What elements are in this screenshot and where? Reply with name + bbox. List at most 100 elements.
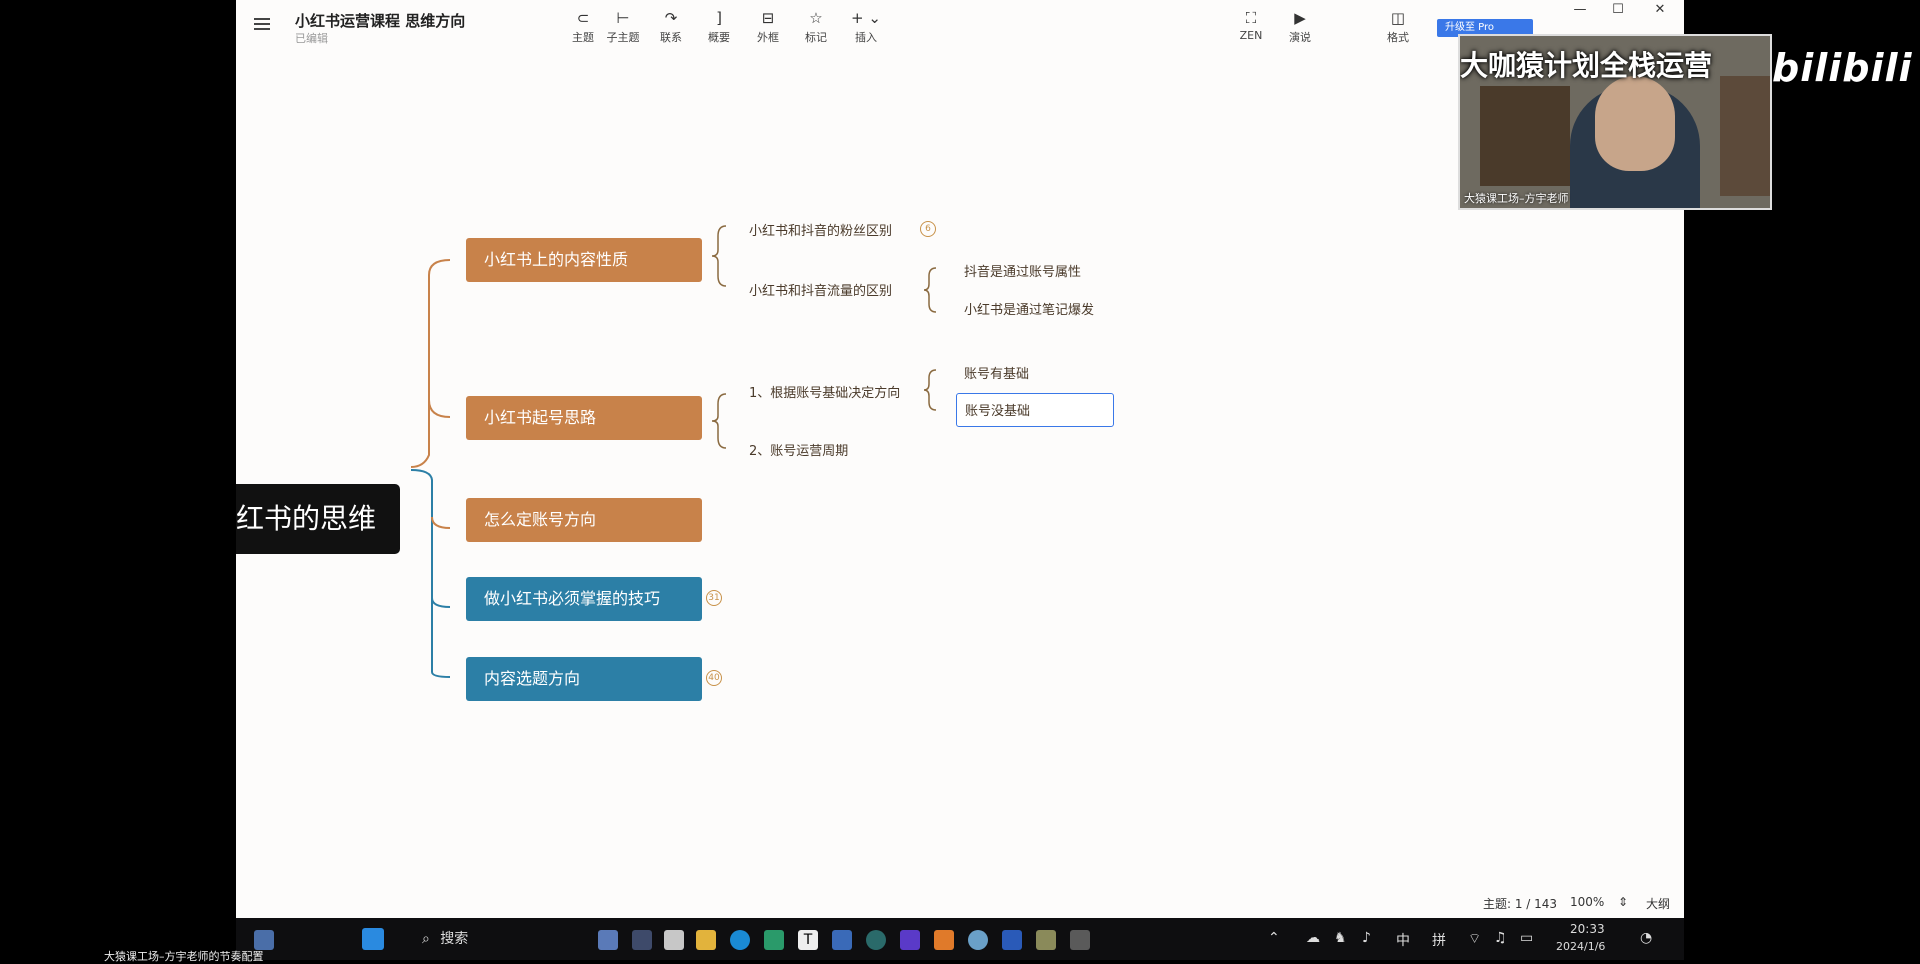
branch-label: 内容选题方向 [484, 669, 581, 688]
branch-must-know-skills[interactable]: 做小红书必须掌握的技巧 [466, 577, 702, 621]
tool-subtopic-label: 子主题 [606, 31, 640, 44]
cat-icon[interactable]: ♞ [1334, 930, 1347, 946]
tool-marker[interactable]: ☆ 标记 [794, 8, 838, 45]
root-topic[interactable]: 红书的思维 [236, 484, 400, 554]
taskbar-app-icon[interactable] [254, 930, 274, 950]
tool-boundary-label: 外框 [757, 31, 779, 44]
text-editor-icon[interactable]: T [798, 930, 818, 950]
taskbar-search-label: 搜索 [440, 931, 469, 947]
bilibili-watermark: bilibili [1772, 46, 1913, 90]
plus-icon: + ⌄ [851, 9, 881, 27]
taskbar-app-icon[interactable] [632, 930, 652, 950]
tool-summary-label: 概要 [708, 31, 730, 44]
start-windows-icon[interactable] [362, 928, 384, 950]
taskbar-app-icon[interactable] [968, 930, 988, 950]
zen-label: ZEN [1239, 29, 1263, 42]
play-icon: ▶ [1294, 9, 1306, 27]
branch-label: 小红书上的内容性质 [484, 250, 629, 269]
format-panel-button[interactable]: ◫ 格式 [1376, 8, 1420, 45]
ime-pinyin[interactable]: 拼 [1432, 930, 1446, 950]
collapsed-count-badge[interactable]: 6 [920, 221, 936, 237]
present-button[interactable]: ▶ 演说 [1278, 8, 1322, 45]
branch-label: 做小红书必须掌握的技巧 [484, 589, 661, 608]
cloud-icon[interactable]: ☁ [1306, 930, 1320, 946]
taskbar-app-icon[interactable] [832, 930, 852, 950]
subtopic-fans-difference[interactable]: 小红书和抖音的粉丝区别 [749, 220, 892, 239]
microphone-icon[interactable]: ♪ [1362, 930, 1371, 946]
close-icon[interactable]: ✕ [1648, 2, 1672, 17]
topic-counter: 主题: 1 / 143 [1483, 897, 1558, 911]
chevron-up-icon[interactable]: ⌃ [1268, 930, 1280, 946]
battery-icon[interactable]: ▭ [1520, 930, 1533, 946]
save-status: 已编辑 [295, 32, 328, 45]
webcam-overlay: 大咖猿计划全栈运营 大猿课工场–方宇老师 [1458, 34, 1772, 210]
word-icon[interactable] [1002, 930, 1022, 950]
tool-subtopic[interactable]: ⊢ 子主题 [601, 8, 645, 45]
presenter-head [1595, 76, 1675, 171]
minimize-icon[interactable]: — [1568, 2, 1592, 17]
edge-browser-icon[interactable] [730, 930, 750, 950]
subtopic-no-basis-selected[interactable]: 账号没基础 [956, 393, 1114, 427]
subtopic-xhs-traffic[interactable]: 小红书是通过笔记爆发 [964, 299, 1094, 318]
summary-icon: ] [716, 9, 722, 27]
clock-time[interactable]: 20:33 [1570, 922, 1605, 936]
branch-content-nature[interactable]: 小红书上的内容性质 [466, 238, 702, 282]
subtopic-by-account-basis[interactable]: 1、根据账号基础决定方向 [749, 382, 900, 401]
folder-icon[interactable] [696, 930, 716, 950]
subtopic-has-basis[interactable]: 账号有基础 [964, 363, 1029, 382]
outline-button[interactable]: 大纲 [1646, 895, 1670, 912]
subtopic-operation-cycle[interactable]: 2、账号运营周期 [749, 440, 848, 459]
clock-date[interactable]: 2024/1/6 [1556, 940, 1605, 953]
notification-icon[interactable]: ◔ [1640, 930, 1652, 946]
taskbar-app-icon[interactable] [934, 930, 954, 950]
tool-marker-label: 标记 [805, 31, 827, 44]
tool-boundary[interactable]: ⊟ 外框 [746, 8, 790, 45]
branch-start-ideas[interactable]: 小红书起号思路 [466, 396, 702, 440]
zoom-level[interactable]: 100% [1570, 895, 1604, 909]
boundary-icon: ⊟ [761, 9, 775, 27]
tool-summary[interactable]: ] 概要 [697, 8, 741, 45]
ime-chinese[interactable]: 中 [1396, 930, 1410, 950]
tool-insert[interactable]: + ⌄ 插入 [844, 8, 888, 45]
windows-taskbar: ⌕ 搜索 T ⌃ ☁ ♞ ♪ 中 拼 ⌔ ♫ ▭ 20:33 2024/1/6 … [236, 918, 1684, 960]
zen-mode-button[interactable]: ⛶ ZEN [1229, 8, 1273, 42]
relationship-icon: ↷ [664, 9, 678, 27]
maximize-icon[interactable]: ☐ [1606, 2, 1630, 17]
taskbar-app-icon[interactable] [764, 930, 784, 950]
tool-topic[interactable]: ⊂ 主题 [561, 8, 605, 45]
format-label: 格式 [1387, 31, 1409, 44]
search-icon: ⌕ [422, 931, 430, 947]
collapsed-count-badge[interactable]: 40 [706, 670, 722, 686]
branch-label: 怎么定账号方向 [484, 510, 597, 529]
tool-relationship[interactable]: ↷ 联系 [649, 8, 693, 45]
taskbar-app-icon[interactable] [866, 930, 886, 950]
bookshelf [1720, 76, 1770, 196]
wifi-icon[interactable]: ⌔ [1468, 930, 1481, 948]
taskbar-app-icon[interactable] [1036, 930, 1056, 950]
zoom-stepper-icon[interactable]: ⇕ [1618, 895, 1628, 909]
taskbar-app-icon[interactable] [1070, 930, 1090, 950]
branch-label: 小红书起号思路 [484, 408, 597, 427]
volume-icon[interactable]: ♫ [1494, 930, 1507, 946]
root-topic-label: 红书的思维 [236, 502, 377, 535]
document-title: 小红书运营课程 思维方向 [295, 12, 466, 30]
tool-insert-label: 插入 [855, 31, 877, 44]
topic-icon: ⊂ [576, 9, 590, 27]
taskbar-app-icon[interactable] [598, 930, 618, 950]
star-icon: ☆ [809, 9, 823, 27]
taskbar-app-icon[interactable] [664, 930, 684, 950]
tool-relationship-label: 联系 [660, 31, 682, 44]
taskbar-search[interactable]: ⌕ 搜索 [414, 926, 554, 952]
bookshelf [1480, 86, 1570, 186]
branch-topic-selection[interactable]: 内容选题方向 [466, 657, 702, 701]
fullscreen-icon: ⛶ [1245, 9, 1257, 27]
branch-account-direction[interactable]: 怎么定账号方向 [466, 498, 702, 542]
collapsed-count-badge[interactable]: 31 [706, 590, 722, 606]
subtopic-douyin-traffic[interactable]: 抖音是通过账号属性 [964, 261, 1081, 280]
subtopic-icon: ⊢ [616, 9, 630, 27]
bottom-caption: 大猿课工场–方宇老师的节奏配置 [104, 950, 264, 963]
subtopic-traffic-difference[interactable]: 小红书和抖音流量的区别 [749, 280, 892, 299]
hamburger-menu-icon[interactable] [254, 16, 272, 30]
taskbar-app-icon[interactable] [900, 930, 920, 950]
webcam-title: 大咖猿计划全栈运营 [1460, 49, 1713, 82]
